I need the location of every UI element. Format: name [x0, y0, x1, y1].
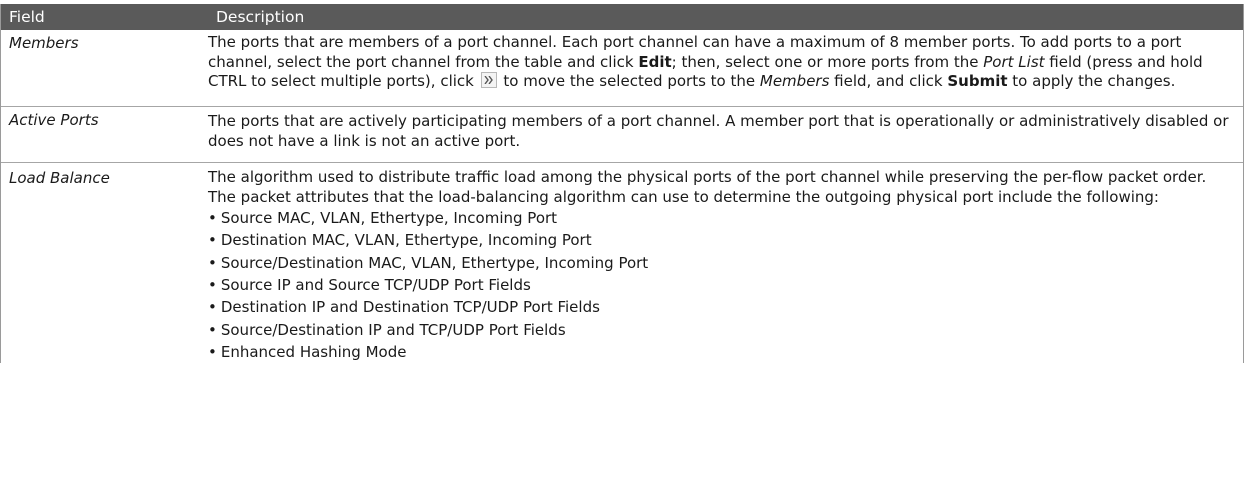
- list-item: Source/Destination MAC, VLAN, Ethertype,…: [208, 252, 1231, 274]
- list-item: Enhanced Hashing Mode: [208, 341, 1231, 363]
- field-column-header: Field: [9, 8, 45, 26]
- text-segment: ; then, select one or more ports from th…: [671, 52, 984, 71]
- field-description: The algorithm used to distribute traffic…: [200, 163, 1243, 363]
- load-balance-options: Source MAC, VLAN, Ethertype, Incoming Po…: [208, 207, 1231, 363]
- list-item: Source IP and Source TCP/UDP Port Fields: [208, 274, 1231, 296]
- edit-keyword: Edit: [638, 52, 672, 71]
- text-segment: to move the selected ports to the: [498, 72, 760, 91]
- members-description: The ports that are members of a port cha…: [208, 33, 1231, 92]
- table-row-members: Members The ports that are members of a …: [1, 30, 1243, 107]
- list-item: Destination IP and Destination TCP/UDP P…: [208, 296, 1231, 318]
- field-name: Active Ports: [9, 111, 99, 129]
- field-description: The ports that are actively participatin…: [208, 112, 1229, 150]
- double-chevron-right-icon: [480, 72, 497, 89]
- port-list-term: Port List: [983, 52, 1045, 71]
- text-segment: to apply the changes.: [1007, 72, 1176, 91]
- field-description: The ports that are members of a port cha…: [200, 30, 1243, 106]
- members-term: Members: [759, 72, 830, 91]
- load-balance-description: The algorithm used to distribute traffic…: [208, 168, 1207, 206]
- list-item: Source/Destination IP and TCP/UDP Port F…: [208, 319, 1231, 341]
- field-name: Load Balance: [9, 169, 110, 187]
- field-name: Members: [9, 34, 79, 52]
- table-row-load-balance: Load Balance The algorithm used to distr…: [1, 163, 1243, 363]
- table-row-active-ports: Active Ports The ports that are actively…: [1, 107, 1243, 163]
- list-item: Source MAC, VLAN, Ethertype, Incoming Po…: [208, 207, 1231, 229]
- table-header: Field Description: [1, 4, 1243, 30]
- field-description-table: Field Description Members The ports that…: [0, 4, 1244, 364]
- description-column-header: Description: [216, 8, 305, 26]
- text-segment: field, and click: [829, 72, 948, 91]
- submit-keyword: Submit: [947, 72, 1008, 91]
- list-item: Destination MAC, VLAN, Ethertype, Incomi…: [208, 229, 1231, 251]
